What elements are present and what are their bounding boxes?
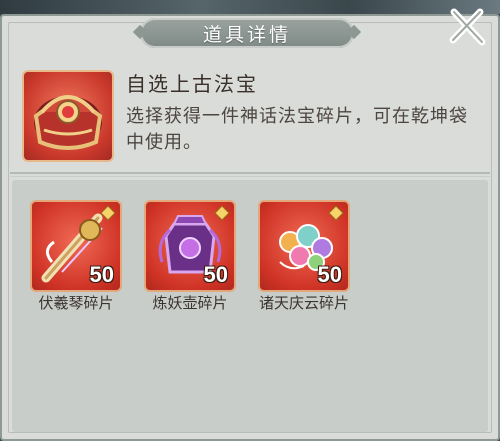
reward-label: 炼妖壶碎片 — [152, 294, 228, 312]
fragment-corner-icon — [214, 205, 230, 221]
item-description: 选择获得一件神话法宝碎片，可在乾坤袋中使用。 — [126, 106, 468, 153]
reward-count: 50 — [317, 262, 342, 287]
fragment-corner-icon — [100, 205, 116, 221]
reward-slot-fuxi-zither[interactable]: 50 — [30, 200, 122, 292]
dialog-title-bar: 道具详情 — [140, 18, 354, 48]
selected-item-slot — [22, 70, 114, 162]
reward-slot-auspicious-cloud[interactable]: 50 — [258, 200, 350, 292]
reward-count: 50 — [89, 262, 114, 287]
fragment-corner-icon — [328, 205, 344, 221]
reward-label: 诸天庆云碎片 — [258, 294, 349, 312]
reward-label: 伏羲琴碎片 — [38, 294, 114, 312]
reward-count: 50 — [203, 262, 228, 287]
item-name: 自选上古法宝 — [126, 72, 258, 96]
reward-slot-demon-pot[interactable]: 50 — [144, 200, 236, 292]
close-x-icon — [449, 8, 486, 46]
treasure-chest-icon — [33, 95, 103, 150]
dialog-title: 道具详情 — [202, 23, 291, 46]
close-button[interactable] — [446, 6, 488, 48]
game-backdrop — [0, 0, 500, 14]
section-divider — [10, 172, 490, 177]
